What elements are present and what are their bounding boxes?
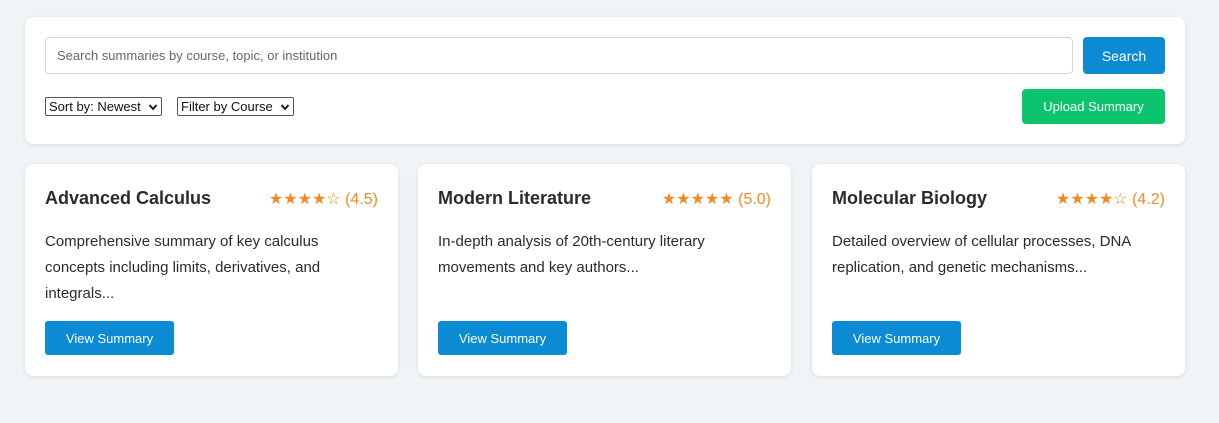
card-description: Comprehensive summary of key calculus co… [45, 233, 321, 302]
rating: ★★★★☆ (4.2) [1056, 189, 1165, 209]
card-description: In-depth analysis of 20th-century litera… [438, 233, 705, 276]
search-panel: Search Sort by: Newest Filter by Course … [25, 17, 1185, 144]
rating-value: (5.0) [738, 191, 771, 208]
card-title: Modern Literature [438, 188, 592, 208]
star-rating-icon: ★★★★☆ [1055, 191, 1128, 208]
card-title: Advanced Calculus [45, 188, 212, 208]
chevron-down-icon [148, 103, 158, 110]
card-description: Detailed overview of cellular processes,… [832, 233, 1131, 276]
summary-card: Modern Literature ★★★★★ (5.0) In-depth a… [418, 164, 791, 376]
card-title: Molecular Biology [832, 188, 988, 208]
search-input[interactable] [45, 37, 1073, 74]
sort-select-label: Sort by: Newest [49, 99, 141, 114]
view-summary-button[interactable]: View Summary [438, 321, 567, 355]
filter-select[interactable]: Filter by Course [177, 97, 294, 116]
summary-card: Advanced Calculus ★★★★☆ (4.5) Comprehens… [25, 164, 398, 376]
sort-select[interactable]: Sort by: Newest [45, 97, 162, 116]
rating-value: (4.5) [345, 191, 378, 208]
rating: ★★★★★ (5.0) [662, 189, 771, 209]
rating: ★★★★☆ (4.5) [269, 189, 378, 209]
view-summary-button[interactable]: View Summary [832, 321, 961, 355]
filter-select-label: Filter by Course [181, 99, 273, 114]
chevron-down-icon [280, 103, 290, 110]
upload-summary-button[interactable]: Upload Summary [1022, 89, 1165, 124]
star-rating-icon: ★★★★☆ [268, 191, 341, 208]
summary-card: Molecular Biology ★★★★☆ (4.2) Detailed o… [812, 164, 1185, 376]
search-button[interactable]: Search [1083, 37, 1165, 74]
star-rating-icon: ★★★★★ [661, 191, 734, 208]
rating-value: (4.2) [1132, 191, 1165, 208]
view-summary-button[interactable]: View Summary [45, 321, 174, 355]
